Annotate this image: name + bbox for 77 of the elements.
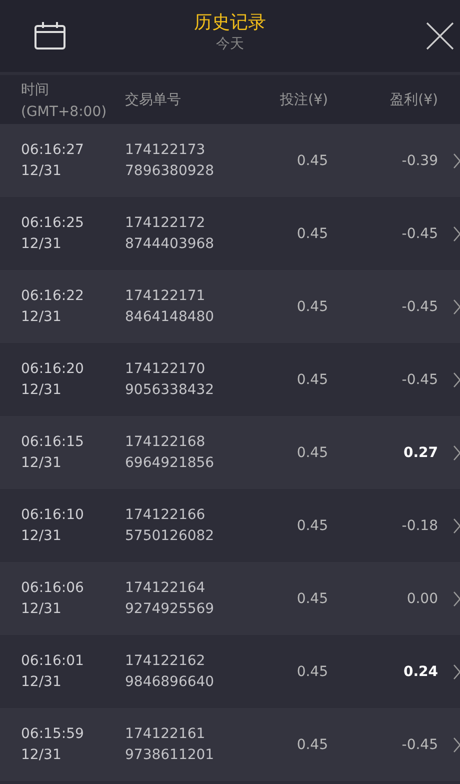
page-title: 历史记录 bbox=[194, 12, 266, 34]
record-row[interactable]: 06:16:15 12/31 174122168 6964921856 0.45 0.27 bbox=[0, 416, 460, 489]
bet-amount: 0.45 bbox=[296, 152, 328, 168]
time-text: 06:16:06 bbox=[21, 578, 85, 598]
time-text: 06:16:27 bbox=[21, 140, 85, 160]
bet-amount: 0.45 bbox=[296, 226, 328, 242]
date-text: 12/31 bbox=[21, 526, 62, 546]
record-row[interactable]: 06:16:06 12/31 174122164 9274925569 0.45 0.00 bbox=[0, 562, 460, 635]
chevron-icon bbox=[453, 153, 460, 169]
order-number-text: 174122171 bbox=[125, 286, 206, 306]
profit-amount: 0.00 bbox=[406, 590, 438, 606]
date-text: 12/31 bbox=[21, 234, 62, 254]
order-number-text: 174122166 bbox=[125, 506, 206, 524]
profit-amount: -0.45 bbox=[400, 298, 438, 314]
time-text: 06:16:01 bbox=[21, 652, 85, 670]
order-number-text: 9846896640 bbox=[125, 672, 216, 692]
column-header: 时间 bbox=[21, 80, 50, 100]
record-row[interactable]: 06:16:22 12/31 174122171 8464148480 0.45 -0.45 bbox=[0, 270, 460, 343]
chevron-icon bbox=[453, 518, 460, 534]
bet-amount: 0.45 bbox=[296, 372, 328, 388]
time-text: 06:16:20 bbox=[21, 360, 85, 378]
time-text: 06:15:59 bbox=[21, 724, 85, 744]
profit-amount: -0.45 bbox=[400, 226, 438, 242]
chevron-icon bbox=[453, 737, 460, 753]
chevron-icon bbox=[453, 226, 460, 242]
profit-amount: -0.18 bbox=[400, 518, 438, 534]
date-filter-label: 今天 bbox=[216, 35, 244, 54]
bet-amount: 0.45 bbox=[296, 664, 328, 680]
order-number-text: 9274925569 bbox=[125, 600, 216, 618]
time-text: 06:16:15 bbox=[21, 432, 85, 452]
order-number-text: 7896380928 bbox=[125, 162, 216, 180]
order-number-text: 8464148480 bbox=[125, 308, 216, 326]
column-header: 盈利(¥) bbox=[389, 90, 438, 108]
order-number-text: 6964921856 bbox=[125, 454, 216, 472]
chevron-icon bbox=[453, 299, 460, 315]
bet-amount: 0.45 bbox=[296, 444, 328, 460]
profit-amount: 0.27 bbox=[402, 444, 438, 460]
order-number-text: 5750126082 bbox=[125, 526, 216, 546]
order-number-text: 174122162 bbox=[125, 652, 206, 670]
order-number-text: 8744403968 bbox=[125, 234, 216, 254]
date-text: 12/31 bbox=[21, 380, 62, 400]
record-row[interactable]: 06:15:59 12/31 174122161 9738611201 0.45 -0.45 bbox=[0, 708, 460, 781]
close-icon[interactable] bbox=[426, 22, 454, 50]
column-header: 投注(¥) bbox=[279, 90, 328, 108]
order-number-text: 174122173 bbox=[125, 140, 206, 160]
column-header: 交易单号 bbox=[125, 90, 182, 108]
chevron-icon bbox=[453, 591, 460, 607]
time-text: 06:16:25 bbox=[21, 214, 85, 232]
bet-amount: 0.45 bbox=[296, 590, 328, 606]
chevron-icon bbox=[453, 664, 460, 680]
date-text: 12/31 bbox=[21, 454, 62, 472]
time-text: 06:16:10 bbox=[21, 506, 85, 524]
time-text: 06:16:22 bbox=[21, 286, 85, 306]
profit-amount: -0.45 bbox=[400, 736, 438, 752]
order-number-text: 9738611201 bbox=[125, 746, 216, 764]
record-row[interactable]: 06:16:27 12/31 174122173 7896380928 0.45 -0.39 bbox=[0, 124, 460, 197]
order-number-text: 174122168 bbox=[125, 432, 206, 452]
date-text: 12/31 bbox=[21, 162, 62, 180]
calendar-icon[interactable] bbox=[34, 22, 66, 50]
profit-amount: -0.45 bbox=[400, 372, 438, 388]
order-number-text: 9056338432 bbox=[125, 380, 216, 400]
order-number-text: 174122172 bbox=[125, 214, 206, 232]
order-number-text: 174122170 bbox=[125, 360, 206, 378]
bet-amount: 0.45 bbox=[296, 518, 328, 534]
date-text: 12/31 bbox=[21, 308, 62, 326]
date-text: 12/31 bbox=[21, 746, 62, 764]
order-number-text: 174122164 bbox=[125, 578, 206, 598]
date-text: 12/31 bbox=[21, 672, 62, 692]
chevron-icon bbox=[453, 372, 460, 388]
profit-amount: 0.24 bbox=[402, 664, 438, 680]
column-header: (GMT+8:00) bbox=[21, 102, 108, 122]
date-text: 12/31 bbox=[21, 600, 62, 618]
chevron-icon bbox=[453, 445, 460, 461]
bet-amount: 0.45 bbox=[296, 298, 328, 314]
order-number-text: 174122161 bbox=[125, 724, 206, 744]
bet-amount: 0.45 bbox=[296, 736, 328, 752]
profit-amount: -0.39 bbox=[400, 152, 438, 168]
